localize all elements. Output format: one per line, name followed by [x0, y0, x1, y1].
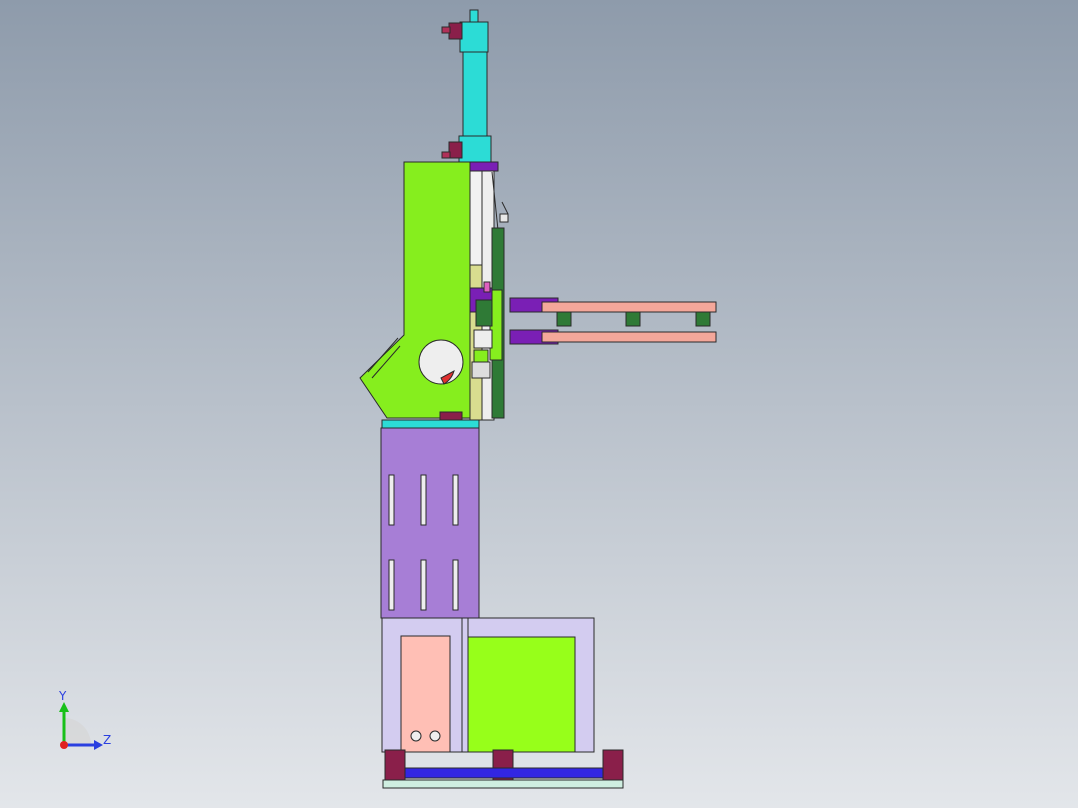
- slot-1: [388, 474, 395, 526]
- support-column: [380, 427, 480, 619]
- lime-panel: [467, 636, 576, 753]
- cylinder-top-cap: [459, 21, 489, 53]
- lower-finger: [541, 331, 717, 343]
- slot-3: [452, 474, 459, 526]
- slot-4: [388, 559, 395, 611]
- slot-6: [452, 559, 459, 611]
- bottom-plate: [382, 779, 624, 789]
- valve-block: [473, 329, 493, 349]
- model-viewport[interactable]: Y Z: [0, 0, 1078, 808]
- pink-panel: [400, 635, 451, 753]
- base-rail: [404, 767, 604, 779]
- z-axis-label: Z: [103, 733, 111, 747]
- purple-column: [380, 427, 480, 619]
- hole-right: [429, 730, 441, 742]
- bottom-fitting-nut: [441, 151, 451, 159]
- foot-right: [602, 749, 624, 781]
- pad-1: [556, 311, 572, 327]
- pad-2: [625, 311, 641, 327]
- upper-finger: [541, 301, 717, 313]
- cyan-cap-plate: [381, 419, 480, 429]
- slot-5: [420, 559, 427, 611]
- white-column-face: [469, 170, 483, 266]
- foot-left: [384, 749, 406, 781]
- y-axis-label: Y: [58, 689, 67, 703]
- slot-2: [420, 474, 427, 526]
- small-fitting: [499, 213, 509, 223]
- pink-spacer: [483, 281, 491, 293]
- valve-block-2: [473, 349, 489, 363]
- bore-hole: [418, 339, 464, 385]
- top-fitting: [448, 22, 463, 40]
- x-axis-dot: [60, 741, 68, 749]
- purple-top-bracket: [469, 161, 499, 172]
- cylinder-barrel: [462, 51, 488, 139]
- hole-left: [410, 730, 422, 742]
- cylinder-bottom-cap: [458, 135, 492, 163]
- valve-block-3: [471, 361, 491, 379]
- top-fitting-nut: [441, 26, 451, 34]
- hub-block-2: [475, 299, 493, 327]
- bottom-fitting: [448, 141, 463, 159]
- pad-3: [695, 311, 711, 327]
